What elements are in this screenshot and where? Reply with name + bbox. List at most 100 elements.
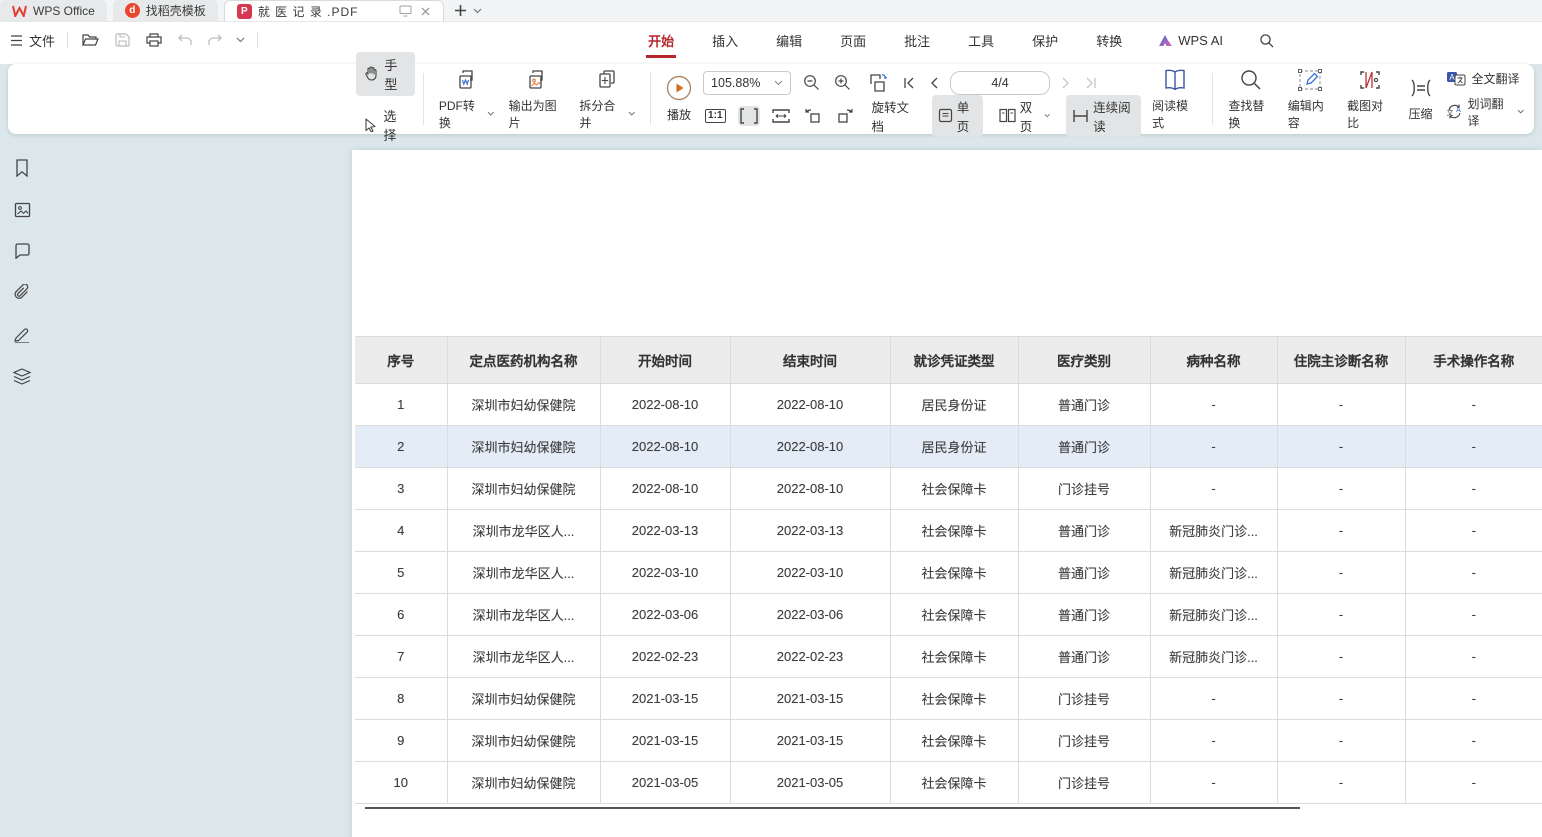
table-cell: 新冠肺炎门诊... xyxy=(1150,636,1277,678)
tab-wps-office[interactable]: WPS Office xyxy=(0,0,107,21)
table-cell: 10 xyxy=(355,762,447,804)
pdf-convert-label: PDF转换 xyxy=(439,97,484,131)
zoom-level-select[interactable]: 105.88% xyxy=(703,71,791,95)
tab-label: WPS Office xyxy=(33,4,95,18)
find-replace-button[interactable]: 查找替换 xyxy=(1221,65,1280,134)
menu-convert[interactable]: 转换 xyxy=(1094,25,1124,56)
compress-label: 压缩 xyxy=(1409,105,1433,122)
table-cell: 普通门诊 xyxy=(1018,426,1150,468)
fit-width-icon[interactable] xyxy=(738,106,760,126)
edit-content-button[interactable]: 编辑内容 xyxy=(1281,65,1340,134)
word-translate-button[interactable]: A文 划词翻译 xyxy=(1446,95,1524,129)
zoom-out-icon[interactable] xyxy=(801,72,822,93)
table-cell: - xyxy=(1405,720,1542,762)
bookmark-icon[interactable] xyxy=(11,156,33,180)
record-table-body: 1深圳市妇幼保健院2022-08-102022-08-10居民身份证普通门诊--… xyxy=(355,384,1542,804)
chevron-down-icon xyxy=(628,111,636,116)
table-cell: 2022-08-10 xyxy=(600,468,730,510)
single-page-button[interactable]: 单页 xyxy=(932,95,983,137)
fit-page-icon[interactable] xyxy=(770,107,792,125)
rotate-doc-button[interactable]: 旋转文档 xyxy=(866,95,922,137)
menu-edit[interactable]: 编辑 xyxy=(774,25,804,56)
edit-content-label: 编辑内容 xyxy=(1288,97,1333,131)
menu-wps-ai[interactable]: WPS AI xyxy=(1158,33,1223,48)
split-merge-button[interactable]: 拆分合并 xyxy=(572,65,642,134)
redo-icon[interactable] xyxy=(206,32,224,48)
signature-icon[interactable] xyxy=(10,323,34,346)
export-image-button[interactable]: 输出为图片 xyxy=(502,65,573,134)
table-cell: 门诊挂号 xyxy=(1018,678,1150,720)
document-viewport[interactable]: 序号定点医药机构名称开始时间结束时间就诊凭证类型医疗类别病种名称住院主诊断名称手… xyxy=(0,134,1542,837)
table-cell: 2 xyxy=(355,426,447,468)
double-page-button[interactable]: 双页 xyxy=(993,95,1056,137)
table-row: 5深圳市龙华区人...2022-03-102022-03-10社会保障卡普通门诊… xyxy=(355,552,1542,594)
table-cell: - xyxy=(1405,636,1542,678)
read-mode-button[interactable]: 阅读模式 xyxy=(1145,65,1204,134)
table-cell: 社会保障卡 xyxy=(890,762,1018,804)
rotate-right-icon[interactable] xyxy=(834,106,856,126)
table-row: 6深圳市龙华区人...2022-03-062022-03-06社会保障卡普通门诊… xyxy=(355,594,1542,636)
table-cell: 深圳市龙华区人... xyxy=(447,552,600,594)
close-tab-icon[interactable] xyxy=(420,6,431,17)
replace-pages-icon[interactable] xyxy=(863,70,891,96)
tab-list-chevron-icon[interactable] xyxy=(473,8,482,14)
thumbnail-icon[interactable] xyxy=(11,199,34,221)
menu-comment[interactable]: 批注 xyxy=(902,25,932,56)
table-cell: - xyxy=(1277,678,1405,720)
tab-medical-record-pdf[interactable]: P 就 医 记 录 .PDF xyxy=(224,0,444,21)
table-cell: 普通门诊 xyxy=(1018,510,1150,552)
play-button[interactable]: 播放 xyxy=(659,72,699,126)
new-tab-icon[interactable] xyxy=(454,4,467,17)
file-menu-button[interactable]: 文件 xyxy=(10,31,55,50)
zoom-value: 105.88% xyxy=(711,76,760,90)
table-cell: 普通门诊 xyxy=(1018,594,1150,636)
compress-button[interactable]: 压缩 xyxy=(1400,73,1442,125)
pdf-convert-button[interactable]: PDF转换 xyxy=(432,65,502,134)
table-row: 9深圳市妇幼保健院2021-03-152021-03-15社会保障卡门诊挂号--… xyxy=(355,720,1542,762)
menu-home[interactable]: 开始 xyxy=(646,25,676,56)
menu-protect[interactable]: 保护 xyxy=(1030,25,1060,56)
comment-icon[interactable] xyxy=(11,240,34,262)
menu-insert[interactable]: 插入 xyxy=(710,25,740,56)
table-cell: 普通门诊 xyxy=(1018,384,1150,426)
table-header-cell: 定点医药机构名称 xyxy=(447,337,600,384)
print-icon[interactable] xyxy=(144,31,164,49)
last-page-icon[interactable] xyxy=(1083,75,1099,91)
open-folder-icon[interactable] xyxy=(80,31,101,49)
double-page-label: 双页 xyxy=(1020,97,1040,135)
menu-page[interactable]: 页面 xyxy=(838,25,868,56)
zoom-in-icon[interactable] xyxy=(832,72,853,93)
table-cell: - xyxy=(1277,636,1405,678)
hand-tool-button[interactable]: 手型 xyxy=(356,52,415,96)
table-cell: 2022-08-10 xyxy=(600,426,730,468)
export-image-label: 输出为图片 xyxy=(509,97,566,131)
tab-docer-templates[interactable]: d 找稻壳模板 xyxy=(113,0,218,21)
chevron-down-icon xyxy=(1517,109,1524,114)
svg-text:文: 文 xyxy=(1446,108,1453,117)
screenshot-compare-label: 截图对比 xyxy=(1347,97,1392,131)
play-label: 播放 xyxy=(667,106,691,123)
monitor-icon[interactable] xyxy=(399,5,412,17)
play-icon xyxy=(666,75,692,101)
first-page-icon[interactable] xyxy=(901,75,917,91)
page-indicator-input[interactable]: 4/4 xyxy=(950,71,1050,95)
menu-tools[interactable]: 工具 xyxy=(966,25,996,56)
next-page-icon[interactable] xyxy=(1060,75,1073,91)
actual-size-button[interactable]: 1:1 xyxy=(703,107,727,125)
table-cell: 8 xyxy=(355,678,447,720)
attachment-icon[interactable] xyxy=(10,281,34,304)
layers-icon[interactable] xyxy=(10,365,34,388)
continuous-read-button[interactable]: 连续阅读 xyxy=(1066,95,1141,137)
pdf-file-icon: P xyxy=(237,4,252,19)
undo-icon[interactable] xyxy=(176,32,194,48)
table-cell: 新冠肺炎门诊... xyxy=(1150,552,1277,594)
qat-chevron-icon[interactable] xyxy=(236,37,245,43)
menu-search-icon[interactable] xyxy=(1257,31,1276,50)
full-translate-button[interactable]: A 全文翻译 xyxy=(1446,70,1524,87)
screenshot-compare-button[interactable]: 截图对比 xyxy=(1340,65,1399,134)
rotate-left-icon[interactable] xyxy=(802,106,824,126)
save-icon[interactable] xyxy=(113,31,132,49)
export-image-icon xyxy=(525,68,549,92)
separator xyxy=(650,73,651,125)
previous-page-icon[interactable] xyxy=(927,75,940,91)
